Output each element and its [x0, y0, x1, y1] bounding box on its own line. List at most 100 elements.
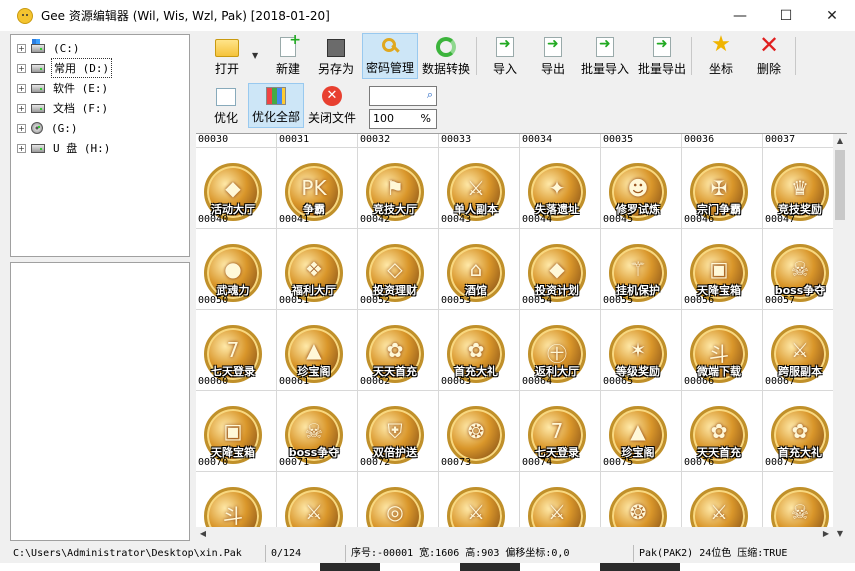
image-cell[interactable]: ⛨ 双倍护送 00072: [358, 391, 439, 472]
scroll-right-icon[interactable]: ▶: [819, 527, 833, 541]
strip-block: [320, 563, 380, 571]
image-cell[interactable]: ☠ boss争夺 00071: [277, 391, 358, 472]
game-icon-image: ◆ 投资计划: [528, 244, 586, 302]
image-cell[interactable]: ✿ 天天首充 00076: [682, 391, 763, 472]
image-cell[interactable]: ❂ 00073: [439, 391, 520, 472]
image-cell[interactable]: ▣ 天降宝箱 00056: [682, 229, 763, 310]
expand-icon[interactable]: +: [17, 123, 26, 133]
image-cell[interactable]: ☻ 修罗试炼 00045: [601, 148, 682, 229]
batch-export-button[interactable]: 批量导出: [637, 33, 687, 79]
image-cell[interactable]: ✿ 首充大礼 00063: [439, 310, 520, 391]
new-button[interactable]: 新建: [268, 32, 308, 79]
image-cell[interactable]: ◇ 投资理财 00052: [358, 229, 439, 310]
cell-index: 00072: [360, 457, 391, 468]
image-cell[interactable]: ● 武魂力 00050: [196, 229, 277, 310]
icon-glyph: ✠: [710, 176, 728, 200]
image-cell[interactable]: ▲ 珍宝阁 00075: [601, 391, 682, 472]
data-convert-button[interactable]: 数据转换: [420, 33, 472, 79]
close-file-icon: ✕: [322, 86, 342, 106]
maximize-button[interactable]: ☐: [763, 0, 809, 31]
icon-glyph: ⚚: [629, 257, 647, 281]
image-cell[interactable]: ⚔ 跨服副本 00067: [763, 310, 844, 391]
search-input[interactable]: ⌕: [369, 86, 437, 106]
file-list-panel[interactable]: [10, 262, 190, 541]
image-cell[interactable]: ⌂ 酒馆 00053: [439, 229, 520, 310]
image-cell[interactable]: 7 七天登录 00074: [520, 391, 601, 472]
grid-header-index: 00031: [277, 134, 358, 148]
tree-item-label: (G:): [51, 121, 78, 135]
image-cell[interactable]: ✶ 等级奖励 00065: [601, 310, 682, 391]
scroll-down-icon[interactable]: ▼: [833, 527, 847, 541]
cell-index: 00043: [441, 214, 472, 225]
scroll-up-icon[interactable]: ▲: [833, 134, 847, 148]
save-as-button[interactable]: 另存为: [315, 33, 357, 79]
close-file-button[interactable]: ✕ 关闭文件: [306, 83, 358, 128]
expand-icon[interactable]: +: [17, 143, 26, 153]
game-icon-image: ✿ 首充大礼: [447, 325, 505, 383]
close-window-button[interactable]: ✕: [809, 0, 855, 31]
image-cell[interactable]: ㊉返利大厅 00064: [520, 310, 601, 391]
image-cell[interactable]: ◆ 投资计划 00054: [520, 229, 601, 310]
icon-glyph: ◎: [386, 500, 404, 524]
scroll-thumb[interactable]: [835, 150, 845, 220]
image-cell[interactable]: 7 七天登录 00060: [196, 310, 277, 391]
expand-icon[interactable]: +: [17, 63, 26, 73]
image-cell[interactable]: ❖ 福利大厅 00051: [277, 229, 358, 310]
drive-tree[interactable]: + (C:) + 常用 (D:) + 软件 (E:) + 文档 (F:) + (…: [10, 34, 190, 257]
tree-item-c[interactable]: + (C:): [11, 38, 189, 58]
open-button[interactable]: 打开: [207, 33, 247, 79]
import-button[interactable]: 导入: [489, 33, 521, 79]
image-cell[interactable]: ✿ 天天首充 00062: [358, 310, 439, 391]
image-cell[interactable]: PK 争霸 00041: [277, 148, 358, 229]
vertical-scrollbar[interactable]: ▲ ▼: [833, 134, 847, 541]
tree-item-h[interactable]: + U 盘 (H:): [11, 138, 189, 158]
delete-button[interactable]: ✕ 删除: [753, 33, 785, 79]
tree-item-e[interactable]: + 软件 (E:): [11, 78, 189, 98]
open-dropdown-icon[interactable]: ▼: [252, 51, 258, 60]
new-file-icon: [280, 32, 301, 57]
status-bar: C:\Users\Administrator\Desktop\xin.Pak 0…: [0, 545, 855, 563]
icon-glyph: 7: [226, 338, 240, 362]
batch-import-button[interactable]: 批量导入: [580, 33, 630, 79]
game-icon-image: ✿ 天天首充: [366, 325, 424, 383]
image-cell[interactable]: ♛ 竞技奖励 00047: [763, 148, 844, 229]
tree-item-d[interactable]: + 常用 (D:): [11, 58, 189, 78]
optimize-button[interactable]: 优化: [207, 83, 245, 128]
image-cell[interactable]: ✠ 宗门争霸 00046: [682, 148, 763, 229]
tree-item-f[interactable]: + 文档 (F:): [11, 98, 189, 118]
export-button[interactable]: 导出: [537, 33, 569, 79]
zoom-input[interactable]: 100 %: [369, 109, 437, 129]
image-cell[interactable]: ◆ 活动大厅 00040: [196, 148, 277, 229]
minimize-button[interactable]: —: [717, 0, 763, 31]
app-smiley-icon: [17, 7, 33, 24]
icon-glyph: ❂: [467, 419, 485, 443]
icon-glyph: ✦: [548, 176, 566, 200]
image-cell[interactable]: ⚑ 竞技大厅 00042: [358, 148, 439, 229]
image-grid[interactable]: 00030 00031 00032 00033 00034 00035 00036 00037…: [196, 133, 847, 541]
optimize-all-icon: [266, 87, 286, 105]
image-cell[interactable]: ✦ 失落遗址 00044: [520, 148, 601, 229]
expand-icon[interactable]: +: [17, 43, 26, 53]
image-cell[interactable]: ☠ boss争夺 00057: [763, 229, 844, 310]
tree-item-g[interactable]: + (G:): [11, 118, 189, 138]
expand-icon[interactable]: +: [17, 83, 26, 93]
optimize-all-button[interactable]: 优化全部: [248, 83, 304, 128]
image-cell[interactable]: ⚔ 单人副本 00043: [439, 148, 520, 229]
coords-button[interactable]: ★ 坐标: [705, 33, 737, 79]
scroll-left-icon[interactable]: ◀: [196, 527, 210, 541]
image-cell[interactable]: 斗微端下载 00066: [682, 310, 763, 391]
cell-index: 00073: [441, 457, 472, 468]
cell-index: 00050: [198, 295, 229, 306]
image-cell[interactable]: ▲ 珍宝阁 00061: [277, 310, 358, 391]
horizontal-scrollbar[interactable]: ◀ ▶: [196, 527, 833, 541]
image-cell[interactable]: ✿ 首充大礼 00077: [763, 391, 844, 472]
image-cell[interactable]: ⚚ 挂机保护 00055: [601, 229, 682, 310]
status-path: C:\Users\Administrator\Desktop\xin.Pak: [10, 545, 266, 562]
search-icon[interactable]: ⌕: [427, 88, 433, 102]
game-icon-image: ● 武魂力: [204, 244, 262, 302]
password-manager-button[interactable]: 密码管理: [362, 33, 418, 79]
game-icon-image: ✠ 宗门争霸: [690, 163, 748, 221]
key-icon: [380, 36, 400, 56]
image-cell[interactable]: ▣ 天降宝箱 00070: [196, 391, 277, 472]
expand-icon[interactable]: +: [17, 103, 26, 113]
